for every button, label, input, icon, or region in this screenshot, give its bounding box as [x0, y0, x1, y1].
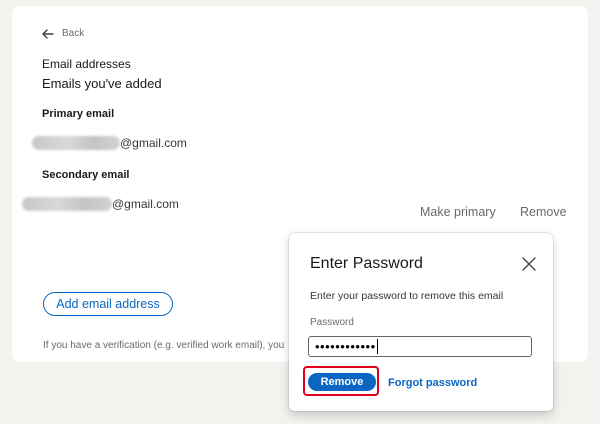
verification-note: If you have a verification (e.g. verifie… [43, 340, 285, 351]
enter-password-dialog: Enter Password Enter your password to re… [289, 233, 553, 411]
back-link[interactable]: Back [42, 28, 84, 39]
add-email-address-button[interactable]: Add email address [43, 292, 173, 316]
forgot-password-link[interactable]: Forgot password [388, 377, 477, 389]
dialog-description: Enter your password to remove this email [310, 290, 504, 302]
remove-button[interactable]: Remove [308, 373, 376, 391]
password-value: •••••••••••• [315, 339, 376, 354]
secondary-email-value: @gmail.com [22, 197, 179, 211]
section-title: Email addresses [42, 57, 131, 71]
secondary-email-label: Secondary email [42, 169, 130, 181]
redacted-text [32, 136, 120, 150]
back-label: Back [62, 28, 85, 39]
primary-email-suffix: @gmail.com [120, 136, 187, 150]
section-subtitle: Emails you've added [42, 76, 162, 91]
remove-email-button[interactable]: Remove [520, 205, 567, 219]
primary-email-value: @gmail.com [32, 136, 187, 150]
primary-email-label: Primary email [42, 108, 115, 120]
arrow-left-icon [42, 28, 54, 39]
password-label: Password [310, 317, 354, 328]
secondary-email-suffix: @gmail.com [112, 197, 179, 211]
text-caret [376, 339, 378, 354]
make-primary-button[interactable]: Make primary [420, 205, 496, 219]
redacted-text [22, 197, 112, 211]
dialog-title: Enter Password [310, 255, 423, 272]
password-input[interactable]: •••••••••••• [308, 336, 532, 357]
close-icon[interactable] [521, 256, 537, 272]
